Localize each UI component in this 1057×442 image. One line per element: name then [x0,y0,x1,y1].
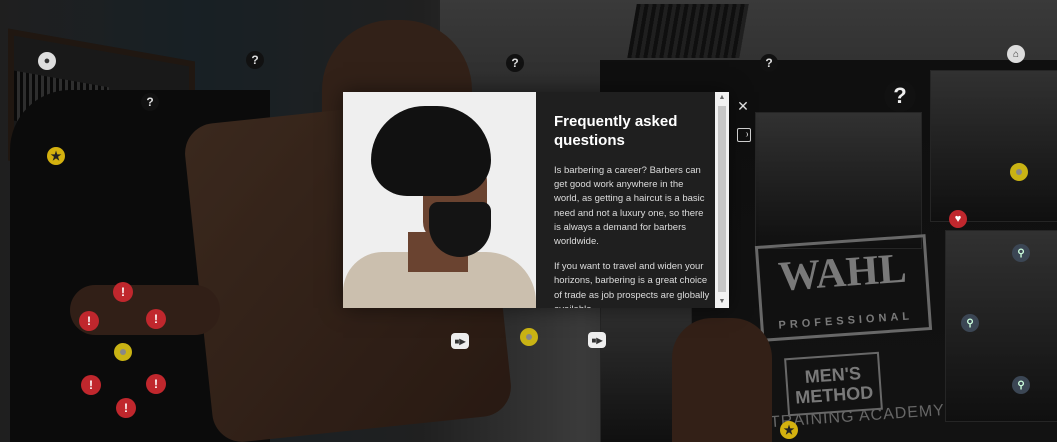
warning-hotspot-icon[interactable]: ! [81,375,101,395]
faq-content[interactable]: Frequently asked questions Is barbering … [536,92,729,308]
scroll-thumb[interactable] [718,106,726,292]
dot-hotspot-icon[interactable] [1010,163,1028,181]
faq-paragraph-1: Is barbering a career? Barbers can get g… [554,165,705,248]
star-hotspot-icon[interactable]: ★ [47,147,65,165]
scroll-up-arrow-icon[interactable]: ▲ [715,92,729,104]
info-hotspot-icon[interactable]: ? [141,93,159,111]
search-hotspot-icon[interactable]: ⚲ [961,314,979,332]
search-hotspot-icon[interactable]: ⚲ [1012,376,1030,394]
warning-hotspot-icon[interactable]: ! [79,311,99,331]
info-hotspot-icon[interactable]: ? [506,54,524,72]
warning-hotspot-icon[interactable]: ! [116,398,136,418]
audio-description-icon[interactable] [737,128,751,142]
info-hotspot-icon[interactable]: ? [760,54,778,72]
warning-hotspot-icon[interactable]: ! [146,374,166,394]
modal-scrollbar[interactable]: ▲ ▼ [715,92,729,308]
warning-hotspot-icon[interactable]: ! [113,282,133,302]
video-hotspot-icon[interactable]: ■▶ [451,333,469,349]
dot-hotspot-icon[interactable] [520,328,538,346]
info-hotspot-large-icon[interactable]: ? [884,80,916,112]
close-icon[interactable]: ✕ [735,98,751,114]
faq-paragraph-2: If you want to travel and widen your hor… [554,261,710,308]
warning-hotspot-icon[interactable]: ! [146,309,166,329]
star-hotspot-icon[interactable]: ★ [780,421,798,439]
location-pin-icon[interactable]: ● [38,52,56,70]
info-hotspot-icon[interactable]: ? [246,51,264,69]
video-hotspot-icon[interactable]: ■▶ [588,332,606,348]
scroll-down-arrow-icon[interactable]: ▼ [715,296,729,308]
faq-modal: Frequently asked questions Is barbering … [343,92,729,308]
modal-title: Frequently asked questions [554,113,678,149]
heart-hotspot-icon[interactable]: ♥ [949,210,967,228]
home-icon[interactable]: ⌂ [1007,45,1025,63]
search-hotspot-icon[interactable]: ⚲ [1012,244,1030,262]
barber-portrait-image [343,92,536,308]
dot-hotspot-icon[interactable] [114,343,132,361]
